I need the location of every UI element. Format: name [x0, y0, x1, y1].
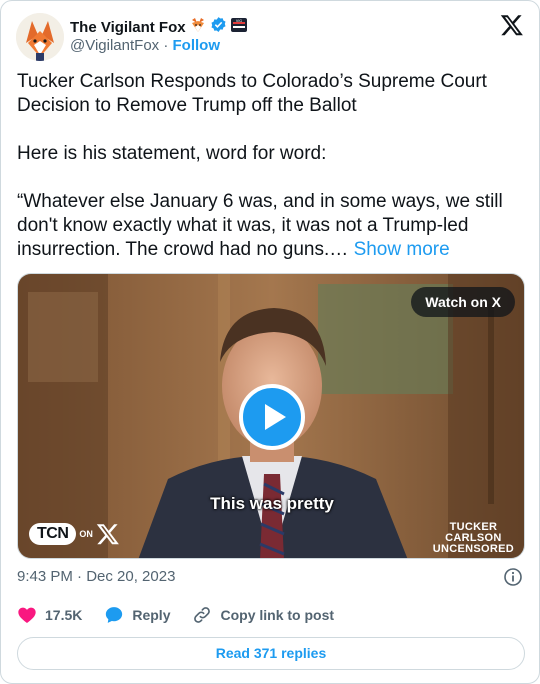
svg-text:VIG: VIG	[236, 19, 242, 23]
action-bar: 17.5K Reply Copy link to post	[17, 605, 356, 625]
handle-separator: ·	[163, 37, 169, 54]
verified-badge-icon	[210, 16, 227, 38]
author-name[interactable]: The Vigilant Fox	[70, 19, 186, 36]
author-name-row: The Vigilant Fox VIG	[70, 16, 247, 38]
avatar[interactable]	[16, 13, 64, 61]
read-replies-button[interactable]: Read 371 replies	[17, 637, 525, 670]
post-paragraph-intro: Here is his statement, word for word:	[17, 143, 327, 164]
fox-emoji-icon	[190, 17, 206, 38]
video-player[interactable]: Watch on X This was pretty TCN ON TUCKER…	[17, 273, 525, 559]
heart-icon	[18, 607, 36, 623]
show-brand-logo: TUCKER CARLSON UNCENSORED	[433, 522, 514, 555]
post-header: The Vigilant Fox VIG @VigilantFox · Foll…	[16, 13, 526, 61]
watch-on-x-button[interactable]: Watch on X	[411, 287, 515, 317]
affiliate-badge-icon: VIG	[230, 17, 247, 37]
follow-button[interactable]: Follow	[173, 37, 221, 54]
video-caption: This was pretty	[210, 494, 334, 513]
copy-link-button[interactable]: Copy link to post	[192, 605, 334, 625]
post-text: Tucker Carlson Responds to Colorado’s Su…	[17, 70, 527, 262]
show-more-link[interactable]: Show more	[354, 239, 450, 260]
like-count: 17.5K	[45, 607, 83, 623]
tcn-badge: TCN	[29, 523, 77, 545]
post-timestamp[interactable]: 9:43 PM · Dec 20, 2023	[17, 568, 175, 585]
info-icon[interactable]	[503, 567, 523, 587]
tcn-on-label: ON	[79, 529, 93, 539]
reply-label: Reply	[132, 607, 171, 623]
post-paragraph-headline: Tucker Carlson Responds to Colorado’s Su…	[17, 71, 487, 116]
author-handle-row: @VigilantFox · Follow	[70, 37, 220, 54]
link-icon	[194, 607, 211, 623]
tcn-logo: TCN ON	[29, 522, 120, 546]
brand-line-3: UNCENSORED	[432, 543, 514, 555]
like-button[interactable]: 17.5K	[17, 605, 82, 625]
x-logo-icon[interactable]	[500, 13, 524, 37]
play-icon	[239, 384, 305, 450]
reply-button[interactable]: Reply	[104, 605, 170, 625]
post-paragraph-quote: “Whatever else January 6 was, and in som…	[17, 190, 527, 262]
embedded-post-card: The Vigilant Fox VIG @VigilantFox · Foll…	[0, 0, 540, 684]
x-logo-small-icon	[96, 524, 119, 545]
author-handle[interactable]: @VigilantFox	[70, 37, 159, 54]
play-button[interactable]	[239, 384, 305, 450]
copy-link-label: Copy link to post	[220, 607, 335, 623]
reply-bubble-icon	[106, 607, 123, 623]
